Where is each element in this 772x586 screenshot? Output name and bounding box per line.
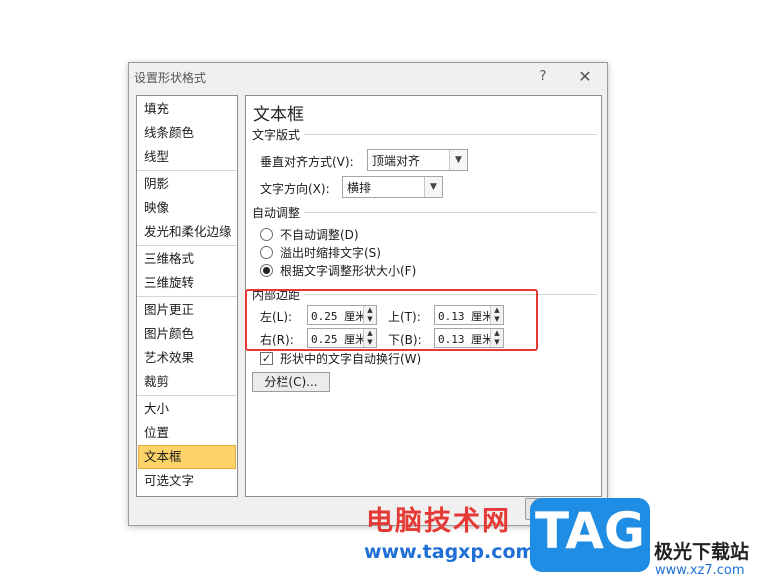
dialog-title: 设置形状格式 [134,71,207,85]
watermark-partner-url: www.xz7.com [655,563,745,578]
watermark-site-name: 电脑技术网 [366,506,511,537]
vertical-alignment-value: 顶端对齐 [372,154,421,168]
watermark-partner-name: 极光下载站 [654,541,750,563]
nav-group: 阴影 映像 发光和柔化边缘 [137,171,237,246]
radio-shrink-on-overflow-label: 溢出时缩排文字(S) [280,246,381,260]
title-bar: 设置形状格式 ? ✕ [129,63,607,93]
close-icon[interactable]: ✕ [573,66,597,88]
nav-item-picture-corrections[interactable]: 图片更正 [137,298,237,322]
nav-item-line-color[interactable]: 线条颜色 [137,121,237,145]
watermark-logo-text: TAG [535,502,645,560]
nav-item-text-box[interactable]: 文本框 [138,445,236,469]
radio-resize-shape[interactable] [260,264,273,277]
nav-item-fill[interactable]: 填充 [137,97,237,121]
text-direction-value: 横排 [347,181,372,195]
nav-item-shadow[interactable]: 阴影 [137,172,237,196]
radio-no-autofit-label: 不自动调整(D) [280,228,359,242]
nav-item-size[interactable]: 大小 [137,397,237,421]
nav-item-3d-rotation[interactable]: 三维旋转 [137,271,237,295]
section-divider [304,134,597,135]
nav-group: 三维格式 三维旋转 [137,246,237,297]
nav-item-3d-format[interactable]: 三维格式 [137,247,237,271]
section-text-layout: 文字版式 [252,126,597,142]
panel-title: 文本框 [253,105,304,125]
radio-shrink-on-overflow[interactable] [260,246,273,259]
nav-item-glow-soft-edges[interactable]: 发光和柔化边缘 [137,220,237,244]
watermark-site-url: www.tagxp.com [364,541,536,563]
margin-highlight-box [245,289,538,351]
nav-group: 大小 位置 文本框 可选文字 [137,396,237,494]
nav-item-picture-color[interactable]: 图片颜色 [137,322,237,346]
wrap-text-checkbox[interactable]: ✓ [260,352,273,365]
nav-group: 填充 线条颜色 线型 [137,96,237,171]
vertical-alignment-label: 垂直对齐方式(V): [260,155,354,169]
text-direction-label: 文字方向(X): [260,182,330,196]
nav-item-crop[interactable]: 裁剪 [137,370,237,394]
nav-item-reflection[interactable]: 映像 [137,196,237,220]
nav-item-line-style[interactable]: 线型 [137,145,237,169]
category-list: 填充 线条颜色 线型 阴影 映像 发光和柔化边缘 三维格式 三维旋转 图片更正 … [136,95,238,497]
section-autofit: 自动调整 [252,204,597,220]
nav-group: 图片更正 图片颜色 艺术效果 裁剪 [137,297,237,396]
help-button[interactable]: ? [533,67,553,87]
nav-item-position[interactable]: 位置 [137,421,237,445]
nav-item-artistic-effects[interactable]: 艺术效果 [137,346,237,370]
section-heading: 文字版式 [252,128,301,142]
nav-item-alt-text[interactable]: 可选文字 [137,469,237,493]
chevron-down-icon[interactable]: ▼ [449,150,467,170]
radio-no-autofit[interactable] [260,228,273,241]
section-heading: 自动调整 [252,206,301,220]
radio-resize-shape-label: 根据文字调整形状大小(F) [280,264,417,278]
vertical-alignment-select[interactable]: 顶端对齐 ▼ [367,149,468,171]
wrap-text-label: 形状中的文字自动换行(W) [280,352,422,366]
columns-button[interactable]: 分栏(C)... [252,372,330,392]
text-direction-select[interactable]: 横排 ▼ [342,176,443,198]
chevron-down-icon[interactable]: ▼ [424,177,442,197]
section-divider [304,212,597,213]
watermark-logo: TAG [530,498,650,572]
